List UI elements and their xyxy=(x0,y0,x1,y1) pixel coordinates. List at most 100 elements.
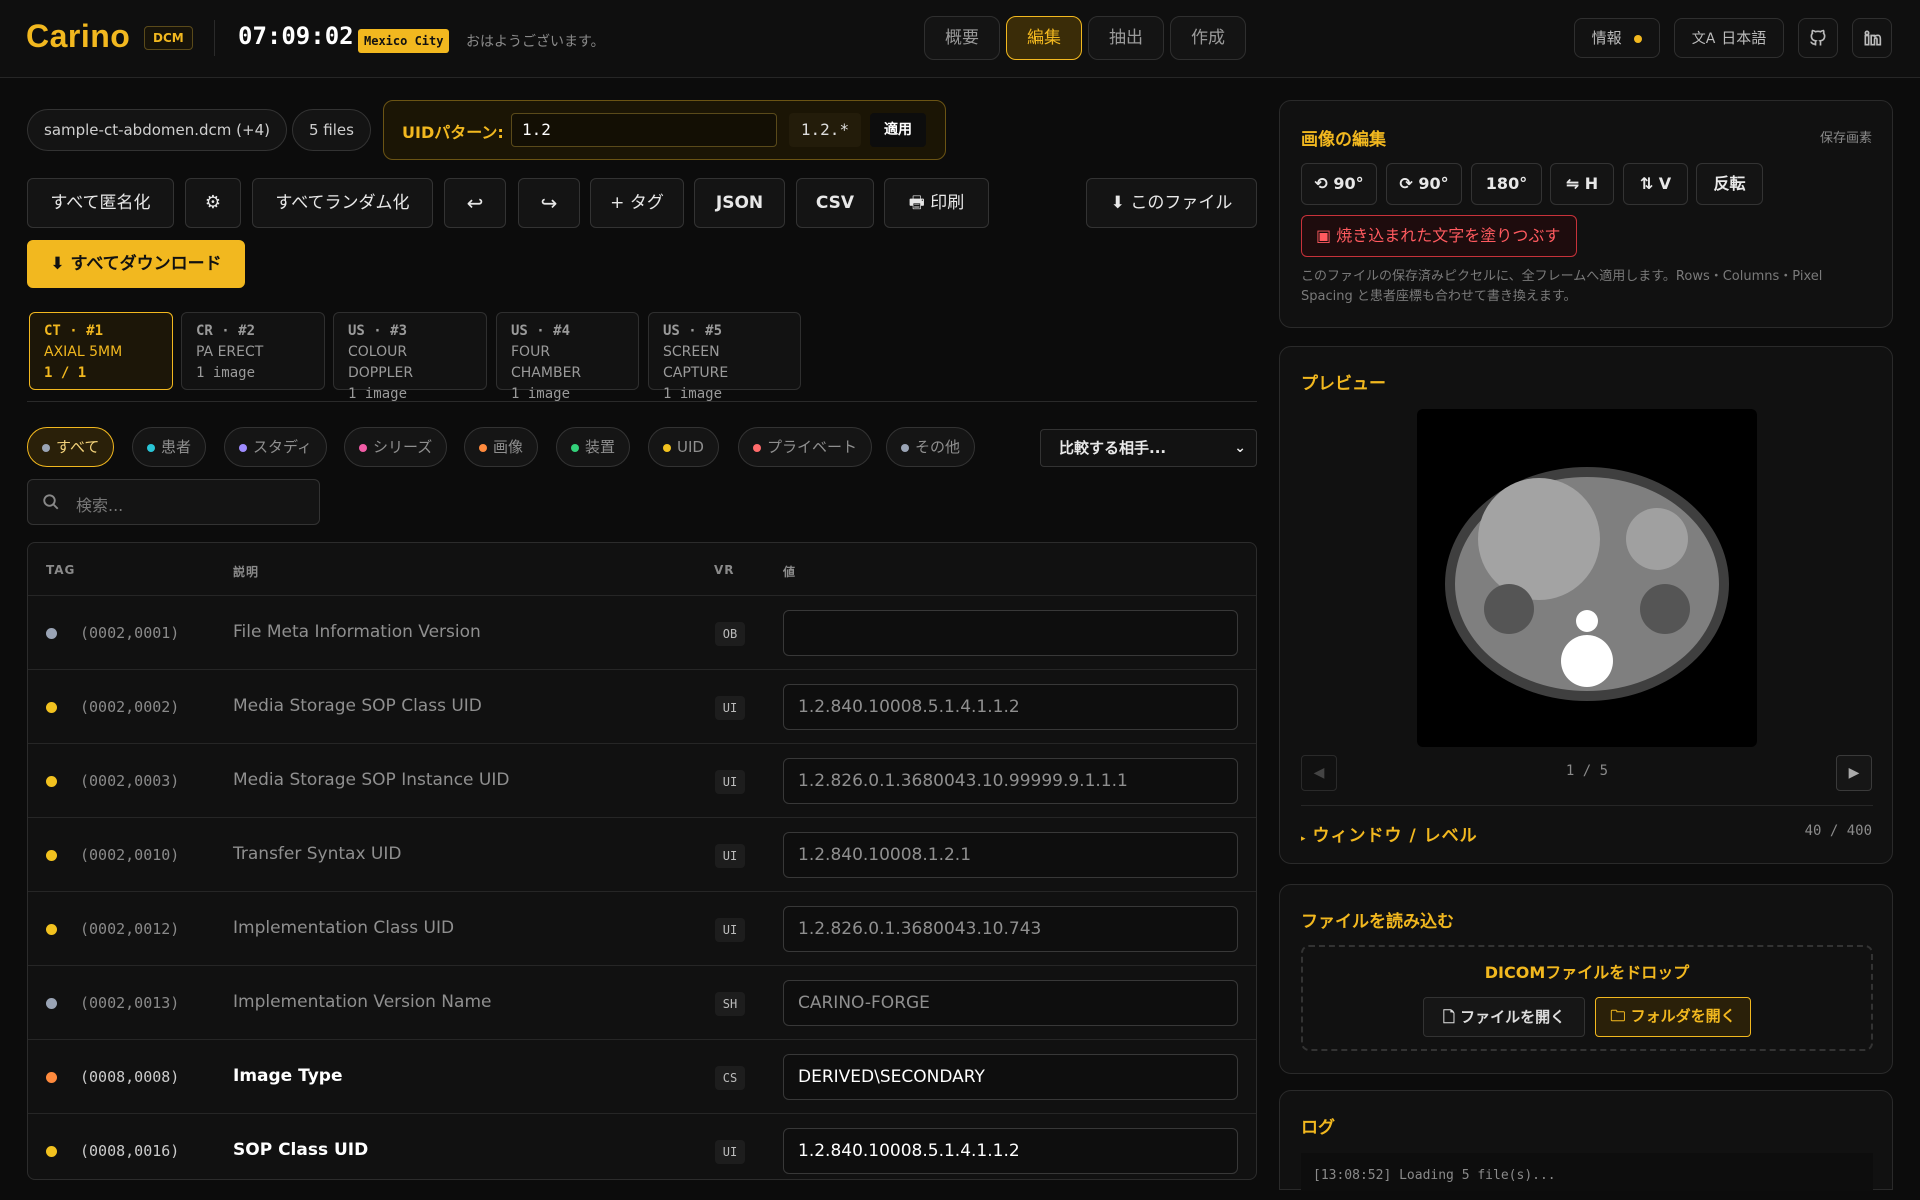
file-tab-modality: US · #4 xyxy=(511,323,571,339)
filter-uid[interactable]: UID xyxy=(648,427,719,467)
tab-create[interactable]: 作成 xyxy=(1170,16,1246,60)
randomize-all-button[interactable]: すべてランダム化 xyxy=(252,178,433,228)
window-level-label: ウィンドウ / レベル xyxy=(1312,826,1478,846)
filter-private[interactable]: プライベート xyxy=(738,427,873,467)
window-level-toggle[interactable]: ▸ ウィンドウ / レベル xyxy=(1301,821,1478,846)
row-value-input[interactable]: 1.2.826.0.1.3680043.10.99999.9.1.1.1 xyxy=(783,758,1238,804)
burn-in-redact-button[interactable]: ▣ 焼き込まれた文字を塗りつぶす xyxy=(1301,215,1577,257)
file-tab-5[interactable]: US · #5 SCREEN CAPTURE 1 image xyxy=(648,312,801,402)
row-value-input[interactable] xyxy=(783,610,1238,656)
table-row[interactable]: (0002,0001) File Meta Information Versio… xyxy=(28,595,1256,669)
row-category-dot xyxy=(46,1072,57,1083)
preview-image[interactable] xyxy=(1417,409,1757,747)
compare-select[interactable]: 比較する相手... ⌄ xyxy=(1040,429,1257,467)
row-value-input[interactable]: 1.2.826.0.1.3680043.10.743 xyxy=(783,906,1238,952)
rotate-cw-90-button[interactable]: ⟳ 90° xyxy=(1386,163,1462,205)
filter-all[interactable]: すべて xyxy=(27,427,115,467)
file-tab-3[interactable]: US · #3 COLOUR DOPPLER 1 image xyxy=(333,312,487,402)
table-row[interactable]: (0002,0013) Implementation Version Name … xyxy=(28,965,1256,1039)
tab-extract[interactable]: 抽出 xyxy=(1088,16,1164,60)
save-pixels-link[interactable]: 保存画素 xyxy=(1820,127,1872,146)
open-file-button[interactable]: 🗋 ファイルを開く xyxy=(1423,997,1585,1037)
github-button[interactable] xyxy=(1798,18,1838,58)
uid-pattern-input[interactable]: 1.2 xyxy=(511,113,777,147)
row-value-input[interactable]: DERIVED\SECONDARY xyxy=(783,1054,1238,1100)
clock: 07:09:02 xyxy=(238,22,354,50)
ct-slice-image xyxy=(1445,467,1729,701)
file-tab-2[interactable]: CR · #2 PA ERECT 1 image xyxy=(181,312,325,390)
row-tag: (0002,0001) xyxy=(80,624,180,642)
print-label: 印刷 xyxy=(930,193,965,213)
download-icon: ⬇ xyxy=(1110,193,1131,213)
window-level-value: 40 / 400 xyxy=(1804,823,1872,839)
language-button[interactable]: 文A 日本語 xyxy=(1674,18,1784,58)
file-count-pill[interactable]: 5 files xyxy=(292,109,371,151)
table-row[interactable]: (0008,0016) SOP Class UID UI 1.2.840.100… xyxy=(28,1113,1256,1179)
table-row[interactable]: (0002,0003) Media Storage SOP Instance U… xyxy=(28,743,1256,817)
filter-series[interactable]: シリーズ xyxy=(344,427,448,467)
row-category-dot xyxy=(46,628,57,639)
row-vr: UI xyxy=(715,770,745,794)
divider xyxy=(27,401,1257,402)
download-all-button[interactable]: ⬇ すべてダウンロード xyxy=(27,240,245,288)
folder-icon: 🗀 xyxy=(1610,1007,1631,1025)
filter-dot xyxy=(901,444,909,452)
table-row[interactable]: (0002,0010) Transfer Syntax UID UI 1.2.8… xyxy=(28,817,1256,891)
flip-horizontal-button[interactable]: ⇋ H xyxy=(1550,163,1614,205)
current-file-pill[interactable]: sample-ct-abdomen.dcm (+4) xyxy=(27,109,287,151)
dcm-badge: DCM xyxy=(144,26,193,50)
flip-vertical-button[interactable]: ⇅ V xyxy=(1623,163,1688,205)
info-status-dot xyxy=(1634,35,1643,43)
rotate-180-button[interactable]: 180° xyxy=(1471,163,1542,205)
export-json-button[interactable]: JSON xyxy=(694,178,785,228)
filter-patient[interactable]: 患者 xyxy=(132,427,207,467)
preview-next-button[interactable]: ▶ xyxy=(1836,755,1872,791)
filter-equipment[interactable]: 装置 xyxy=(556,427,631,467)
invert-button[interactable]: 反転 xyxy=(1696,163,1763,205)
row-value-input[interactable]: 1.2.840.10008.1.2.1 xyxy=(783,832,1238,878)
tab-overview[interactable]: 概要 xyxy=(924,16,1000,60)
file-tab-desc: SCREEN CAPTURE xyxy=(663,344,729,381)
filter-label: 患者 xyxy=(161,438,192,456)
export-csv-button[interactable]: CSV xyxy=(796,178,874,228)
table-row[interactable]: (0002,0012) Implementation Class UID UI … xyxy=(28,891,1256,965)
filter-label: スタディ xyxy=(253,438,312,456)
header-divider xyxy=(214,20,215,56)
anonymize-all-button[interactable]: すべて匿名化 xyxy=(27,178,174,228)
drop-zone[interactable]: DICOMファイルをドロップ 🗋 ファイルを開く 🗀 フォルダを開く xyxy=(1301,945,1873,1051)
app-logo[interactable]: Carino xyxy=(26,18,130,55)
col-header-value: 値 xyxy=(783,565,797,579)
table-row[interactable]: (0008,0008) Image Type CS DERIVED\SECOND… xyxy=(28,1039,1256,1113)
file-tab-1[interactable]: CT · #1 AXIAL 5MM 1 / 1 xyxy=(29,312,173,390)
search-field[interactable]: 検索... xyxy=(27,479,320,525)
table-row[interactable]: (0002,0002) Media Storage SOP Class UID … xyxy=(28,669,1256,743)
filter-other[interactable]: その他 xyxy=(886,427,976,467)
download-this-file-button[interactable]: ⬇ このファイル xyxy=(1086,178,1257,228)
row-description: Implementation Class UID xyxy=(233,918,455,938)
linkedin-button[interactable] xyxy=(1852,18,1892,58)
row-value-input[interactable]: 1.2.840.10008.5.1.4.1.1.2 xyxy=(783,684,1238,730)
tab-edit[interactable]: 編集 xyxy=(1006,16,1082,60)
rotate-ccw-90-button[interactable]: ⟲ 90° xyxy=(1301,163,1377,205)
file-tab-4[interactable]: US · #4 FOUR CHAMBER 1 image xyxy=(496,312,639,402)
filter-study[interactable]: スタディ xyxy=(224,427,327,467)
row-value-input[interactable]: CARINO-FORGE xyxy=(783,980,1238,1026)
row-tag: (0002,0003) xyxy=(80,772,180,790)
city-badge: Mexico City xyxy=(358,29,450,53)
undo-button[interactable]: ↩ xyxy=(444,178,506,228)
filter-image[interactable]: 画像 xyxy=(464,427,539,467)
uid-apply-button[interactable]: 適用 xyxy=(870,113,926,147)
row-value-input[interactable]: 1.2.840.10008.5.1.4.1.1.2 xyxy=(783,1128,1238,1174)
info-button[interactable]: 情報 xyxy=(1574,18,1660,58)
redo-button[interactable]: ↪ xyxy=(518,178,580,228)
add-tag-button[interactable]: + タグ xyxy=(590,178,684,228)
filter-dot xyxy=(571,444,579,452)
print-button[interactable]: 🖶 印刷 xyxy=(884,178,989,228)
open-folder-button[interactable]: 🗀 フォルダを開く xyxy=(1595,997,1751,1037)
settings-button[interactable]: ⚙ xyxy=(185,178,241,228)
app-header: Carino DCM 07:09:02 Mexico City おはようございま… xyxy=(0,0,1920,78)
row-vr: SH xyxy=(715,992,745,1016)
language-label: 日本語 xyxy=(1721,29,1767,47)
row-vr: OB xyxy=(715,622,745,646)
file-tab-count: 1 / 1 xyxy=(44,365,87,381)
